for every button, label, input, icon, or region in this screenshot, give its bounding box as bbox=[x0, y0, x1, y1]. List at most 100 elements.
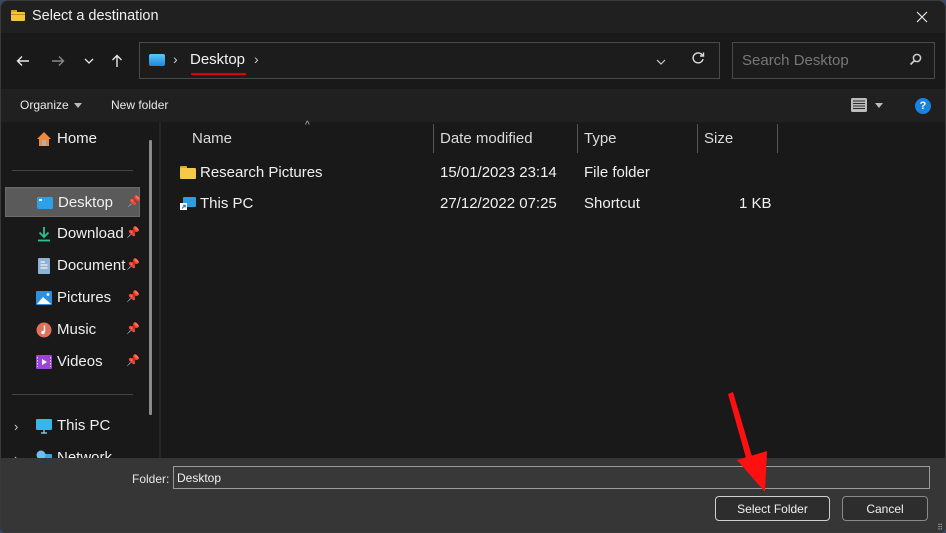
sidebar-item-this-pc[interactable]: This PC bbox=[5, 411, 140, 441]
column-header-type[interactable]: Type bbox=[584, 130, 617, 147]
music-icon bbox=[36, 322, 52, 338]
chevron-down-icon bbox=[84, 58, 94, 64]
navigation-pane: Home Desktop 📌 Download 📌 Document 📌 Pic… bbox=[1, 122, 159, 458]
column-header-name[interactable]: Name bbox=[192, 130, 232, 147]
close-icon bbox=[916, 11, 928, 23]
sidebar-item-music[interactable]: Music 📌 bbox=[5, 315, 140, 345]
pin-icon[interactable]: 📌 bbox=[126, 290, 140, 303]
shortcut-pc-icon bbox=[180, 197, 196, 210]
chevron-down-icon bbox=[656, 59, 666, 65]
search-box[interactable] bbox=[732, 42, 935, 79]
window-title: Select a destination bbox=[32, 8, 159, 24]
details-view-icon bbox=[851, 98, 867, 112]
network-icon bbox=[36, 450, 52, 458]
cancel-button[interactable]: Cancel bbox=[842, 496, 928, 521]
arrow-right-icon bbox=[52, 56, 65, 66]
sidebar-scrollbar[interactable] bbox=[149, 140, 152, 415]
pictures-icon bbox=[36, 291, 52, 305]
sidebar-item-pictures[interactable]: Pictures 📌 bbox=[5, 283, 140, 313]
help-button[interactable]: ? bbox=[915, 98, 931, 114]
file-name: This PC bbox=[200, 195, 254, 212]
sidebar-item-label: Pictures bbox=[57, 289, 112, 306]
pin-icon[interactable]: 📌 bbox=[126, 322, 140, 335]
sidebar-item-videos[interactable]: Videos 📌 bbox=[5, 347, 140, 377]
highlight-underline bbox=[191, 73, 246, 75]
change-view-button[interactable] bbox=[851, 98, 883, 112]
home-icon bbox=[37, 132, 51, 146]
file-date: 15/01/2023 23:14 bbox=[440, 164, 557, 181]
navigation-bar: › Desktop › bbox=[1, 33, 945, 89]
new-folder-button[interactable]: New folder bbox=[111, 98, 168, 112]
sidebar-item-label: Videos bbox=[57, 353, 103, 370]
sidebar-item-network[interactable]: Network bbox=[5, 443, 140, 458]
desktop-icon bbox=[149, 54, 165, 66]
forward-button[interactable] bbox=[46, 49, 70, 73]
close-button[interactable] bbox=[899, 1, 945, 33]
file-date: 27/12/2022 07:25 bbox=[440, 195, 557, 212]
sidebar-item-home[interactable]: Home bbox=[5, 124, 140, 154]
folder-label: Folder: bbox=[132, 472, 170, 486]
videos-icon bbox=[36, 355, 52, 369]
this-pc-icon bbox=[36, 419, 52, 434]
file-dialog: Select a destination › Desktop › Search … bbox=[0, 0, 946, 533]
search-input[interactable] bbox=[733, 43, 903, 78]
pin-icon[interactable]: 📌 bbox=[127, 195, 141, 208]
file-name: Research Pictures bbox=[200, 164, 323, 181]
pin-icon[interactable]: 📌 bbox=[126, 354, 140, 367]
refresh-icon bbox=[692, 52, 705, 64]
column-separator[interactable] bbox=[697, 124, 698, 153]
file-row[interactable]: Research Pictures 15/01/2023 23:14 File … bbox=[161, 158, 945, 188]
column-header-date-modified[interactable]: Date modified bbox=[440, 130, 533, 147]
file-row[interactable]: This PC 27/12/2022 07:25 Shortcut 1 KB bbox=[161, 189, 945, 219]
dropdown-arrow-icon bbox=[875, 102, 883, 108]
sidebar-item-label: Music bbox=[57, 321, 97, 338]
back-button[interactable] bbox=[11, 49, 35, 73]
pin-icon[interactable]: 📌 bbox=[126, 226, 140, 239]
address-dropdown-button[interactable] bbox=[656, 52, 666, 70]
dialog-footer: Folder: Select Folder Cancel ⠿ bbox=[1, 458, 945, 532]
sidebar-item-label: Desktop bbox=[58, 194, 114, 211]
address-bar[interactable]: › Desktop › bbox=[139, 42, 720, 79]
sidebar-item-label: Document bbox=[57, 257, 126, 274]
sidebar-item-desktop[interactable]: Desktop 📌 bbox=[5, 187, 141, 217]
arrow-left-icon bbox=[16, 56, 29, 66]
pin-icon[interactable]: 📌 bbox=[126, 258, 140, 271]
sidebar-divider bbox=[12, 170, 133, 171]
breadcrumb-separator: › bbox=[173, 51, 178, 67]
column-separator[interactable] bbox=[777, 124, 778, 153]
sidebar-item-label: Network bbox=[57, 449, 113, 458]
search-icon[interactable] bbox=[909, 53, 922, 71]
select-folder-button[interactable]: Select Folder bbox=[715, 496, 830, 521]
folder-icon bbox=[180, 166, 196, 179]
file-list: ^ Name Date modified Type Size Research … bbox=[161, 120, 945, 458]
file-type: File folder bbox=[584, 164, 650, 181]
sidebar-divider bbox=[12, 394, 133, 395]
sidebar-item-label: This PC bbox=[57, 417, 111, 434]
recent-locations-button[interactable] bbox=[77, 49, 101, 73]
arrow-up-icon bbox=[112, 54, 122, 67]
column-separator[interactable] bbox=[577, 124, 578, 153]
column-header-size[interactable]: Size bbox=[704, 130, 733, 147]
breadcrumb-separator[interactable]: › bbox=[254, 51, 259, 67]
column-separator[interactable] bbox=[433, 124, 434, 153]
command-bar: Organize New folder bbox=[1, 89, 945, 122]
organize-label: Organize bbox=[20, 98, 69, 112]
document-icon bbox=[38, 258, 50, 274]
sort-ascending-icon: ^ bbox=[305, 120, 310, 131]
dropdown-arrow-icon bbox=[73, 103, 82, 109]
sidebar-item-documents[interactable]: Document 📌 bbox=[5, 251, 140, 281]
sidebar-item-downloads[interactable]: Download 📌 bbox=[5, 219, 140, 249]
resize-grip-icon[interactable]: ⠿ bbox=[937, 523, 943, 532]
organize-button[interactable]: Organize bbox=[20, 98, 82, 112]
title-bar: Select a destination bbox=[1, 1, 945, 33]
download-icon bbox=[38, 227, 50, 242]
sidebar-item-label: Home bbox=[57, 130, 98, 147]
folder-name-input[interactable] bbox=[173, 466, 930, 489]
desktop-icon bbox=[37, 197, 53, 209]
up-button[interactable] bbox=[105, 49, 129, 73]
refresh-button[interactable] bbox=[691, 51, 705, 70]
breadcrumb-desktop[interactable]: Desktop bbox=[190, 51, 245, 68]
file-type: Shortcut bbox=[584, 195, 640, 212]
sidebar-item-label: Download bbox=[57, 225, 124, 242]
file-size: 1 KB bbox=[739, 195, 772, 212]
